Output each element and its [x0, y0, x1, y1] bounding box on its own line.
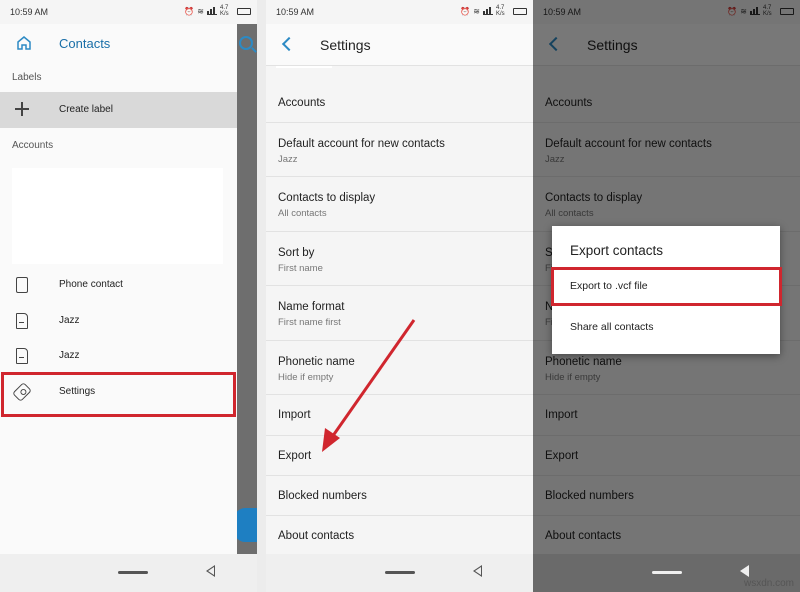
accounts-section-heading: Accounts	[12, 140, 54, 151]
battery-icon	[237, 7, 251, 15]
settings-row-title: Default account for new contacts	[278, 138, 445, 150]
app-bar: Settings	[266, 24, 533, 66]
wifi-icon: ≋	[473, 6, 480, 16]
alarm-icon: ⏰	[460, 6, 471, 16]
create-label-text: Create label	[59, 104, 113, 115]
drawer-item-jazz[interactable]: Jazz	[0, 338, 237, 374]
nav-home-button[interactable]	[385, 571, 415, 574]
system-nav-bar	[0, 554, 257, 592]
nav-home-button[interactable]	[652, 571, 682, 574]
settings-row-title: Phonetic name	[278, 356, 355, 368]
status-bar: 10:59 AM ⏰ ≋ 4.7 K/s	[266, 0, 533, 24]
watermark: wsxdn.com	[743, 578, 794, 589]
labels-section-heading: Labels	[12, 72, 42, 83]
settings-row-title: Accounts	[278, 97, 326, 109]
home-icon	[17, 36, 31, 50]
account-card	[12, 168, 223, 264]
back-arrow-icon[interactable]	[281, 36, 297, 52]
screenshot-export-dialog: 10:59 AM ⏰ ≋ 4.7 K/s Settings Accounts D…	[533, 0, 800, 592]
settings-row-title: Export	[278, 450, 312, 462]
status-icons: ⏰ ≋ 4.7 K/s	[184, 5, 251, 17]
nav-home-button[interactable]	[118, 571, 148, 574]
settings-row-title: Name format	[278, 301, 345, 313]
plus-icon	[15, 102, 29, 116]
phone-icon	[16, 277, 28, 293]
settings-row-title: About contacts	[278, 530, 355, 542]
network-speed: 4.7 K/s	[220, 5, 229, 17]
status-time: 10:59 AM	[276, 7, 315, 17]
nav-back-button[interactable]	[740, 565, 749, 577]
settings-highlight-box	[1, 372, 236, 417]
settings-row-title: Contacts to display	[278, 192, 376, 204]
signal-icon	[483, 7, 493, 15]
drawer-item-label: Jazz	[59, 315, 80, 326]
nav-back-button[interactable]	[473, 565, 482, 577]
drawer-header[interactable]: Contacts	[0, 24, 237, 62]
navigation-drawer: Contacts Labels Create label Accounts Ph…	[0, 24, 237, 554]
screenshot-drawer: 10:59 AM ⏰ ≋ 4.7 K/s Contacts Labels Cre…	[0, 0, 257, 592]
scroll-peek	[276, 66, 332, 68]
share-all-contacts-option[interactable]: Share all contacts	[570, 321, 653, 333]
dialog-title: Export contacts	[570, 243, 664, 258]
drawer-item-jazz[interactable]: Jazz	[0, 303, 237, 339]
settings-row-accounts[interactable]: Accounts	[266, 83, 533, 123]
export-vcf-highlight-box	[551, 267, 782, 306]
sim-card-icon	[16, 313, 28, 329]
settings-row-subtitle: All contacts	[278, 208, 327, 219]
nav-back-button[interactable]	[206, 565, 215, 577]
settings-row-default-account[interactable]: Default account for new contacts Jazz	[266, 123, 533, 177]
settings-row-subtitle: First name	[278, 263, 323, 274]
drawer-item-label: Jazz	[59, 350, 80, 361]
page-title: Settings	[320, 37, 371, 53]
settings-row-contacts-to-display[interactable]: Contacts to display All contacts	[266, 177, 533, 232]
system-nav-bar	[266, 554, 533, 592]
alarm-icon: ⏰	[184, 6, 195, 16]
settings-row-subtitle: Hide if empty	[278, 372, 334, 383]
signal-icon	[207, 7, 217, 15]
network-speed: 4.7 K/s	[496, 5, 505, 17]
status-icons: ⏰ ≋ 4.7 K/s	[460, 5, 527, 17]
settings-row-subtitle: First name first	[278, 317, 341, 328]
settings-row-export[interactable]: Export	[266, 436, 533, 476]
settings-row-subtitle: Jazz	[278, 154, 298, 165]
status-bar: 10:59 AM ⏰ ≋ 4.7 K/s	[0, 0, 257, 24]
settings-row-title: Sort by	[278, 247, 315, 259]
settings-row-title: Blocked numbers	[278, 490, 367, 502]
settings-row-name-format[interactable]: Name format First name first	[266, 286, 533, 341]
drawer-title: Contacts	[59, 36, 111, 51]
settings-row-phonetic-name[interactable]: Phonetic name Hide if empty	[266, 341, 533, 395]
wifi-icon: ≋	[197, 6, 204, 16]
settings-row-about-contacts[interactable]: About contacts	[266, 516, 533, 554]
create-label-button[interactable]: Create label	[0, 92, 237, 128]
settings-row-title: Import	[278, 409, 311, 421]
drawer-scrim[interactable]	[237, 24, 257, 554]
status-time: 10:59 AM	[10, 7, 49, 17]
drawer-item-label: Phone contact	[59, 279, 123, 290]
search-icon	[239, 36, 253, 50]
settings-row-import[interactable]: Import	[266, 395, 533, 436]
settings-row-sort-by[interactable]: Sort by First name	[266, 232, 533, 286]
sim-card-icon	[16, 348, 28, 364]
settings-row-blocked-numbers[interactable]: Blocked numbers	[266, 476, 533, 516]
battery-icon	[513, 7, 527, 15]
drawer-item-phone-contact[interactable]: Phone contact	[0, 267, 237, 303]
screenshot-settings: 10:59 AM ⏰ ≋ 4.7 K/s Settings Accounts D…	[266, 0, 533, 592]
